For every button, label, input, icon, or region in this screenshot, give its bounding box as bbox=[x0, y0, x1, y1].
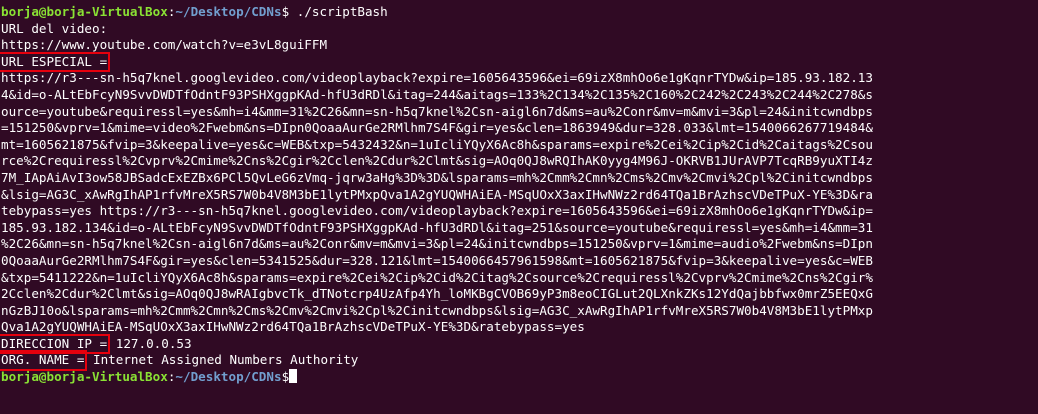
prompt-path: ~/Desktop/CDNs bbox=[175, 4, 282, 19]
video-label: URL del video: bbox=[1, 20, 108, 36]
ip-value: 127.0.0.53 bbox=[108, 335, 192, 351]
prompt-line[interactable]: borja@borja-VirtualBox:~/Desktop/CDNs$ bbox=[1, 369, 1038, 386]
special-url-line: 7M_IApAiAvI3ow58JBSadcExEZBx6PCl5QvLeG6z… bbox=[1, 169, 873, 185]
special-url-label: URL ESPECIAL = bbox=[0, 51, 111, 73]
org-value: Internet Assigned Numbers Authority bbox=[85, 352, 359, 368]
special-url-line: 2Cclen%2Cdur%2Clmt&sig=AOq0QJ8wRAIgbvcTk… bbox=[1, 286, 873, 302]
special-url-line: %2C26&mn=sn-h5q7knel%2Csn-aigl6n7d&ms=au… bbox=[1, 236, 873, 252]
command-line: borja@borja-VirtualBox:~/Desktop/CDNs$ .… bbox=[1, 4, 1038, 21]
special-url-line: Qva1A2gYUQWHAiEA-MSqUOxX3axIHwNWz2rd64TQ… bbox=[1, 319, 585, 335]
terminal-window[interactable]: borja@borja-VirtualBox:~/Desktop/CDNs$ .… bbox=[0, 0, 1038, 414]
special-url-line: rce%2Crequiressl%2Cvprv%2Cmime%2Cns%2Cgi… bbox=[1, 153, 873, 169]
special-url-line: https://r3---sn-h5q7knel.googlevideo.com… bbox=[1, 70, 873, 86]
org-label: ORG. NAME = bbox=[0, 350, 88, 372]
text-cursor bbox=[289, 369, 297, 384]
special-url-line: =151250&vprv=1&mime=video%2Fwebm&ns=DIpn… bbox=[1, 120, 873, 136]
special-url-block: https://r3---sn-h5q7knel.googlevideo.com… bbox=[1, 70, 1038, 336]
org-line: ORG. NAME = Internet Assigned Numbers Au… bbox=[0, 350, 1038, 372]
ip-line: DIRECCION IP = 127.0.0.53 bbox=[0, 333, 1038, 355]
special-url-label-line: URL ESPECIAL = bbox=[0, 51, 1038, 73]
special-url-line: tebypass=yes https://r3---sn-h5q7knel.go… bbox=[1, 203, 873, 219]
command-text: ./scriptBash bbox=[289, 4, 388, 19]
prompt-symbol: $ bbox=[281, 369, 290, 385]
special-url-line: &txp=5411222&n=1uIcliYQyX6Ac8h&sparams=e… bbox=[1, 269, 873, 285]
special-url-line: 0QoaaAurGe2RMlhm7S4F&gir=yes&clen=534152… bbox=[1, 252, 873, 268]
special-url-line: 185.93.182.134&id=o-ALtEbFcyN9SvvDWDTfOd… bbox=[1, 219, 873, 235]
ip-label: DIRECCION IP = bbox=[0, 333, 111, 355]
prompt-path: ~/Desktop/CDNs bbox=[175, 369, 282, 385]
prompt-user-host: borja@borja-VirtualBox bbox=[1, 4, 168, 19]
special-url-line: mt=1605621875&fvip=3&keepalive=yes&c=WEB… bbox=[1, 136, 873, 152]
prompt-user-host: borja@borja-VirtualBox bbox=[1, 369, 168, 385]
video-url: https://www.youtube.com/watch?v=e3vL8gui… bbox=[1, 37, 328, 53]
special-url-line: 4&id=o-ALtEbFcyN9SvvDWDTfOdntF93PSHXggpK… bbox=[1, 86, 873, 102]
special-url-line: ource=youtube&requiressl=yes&mh=i4&mm=31… bbox=[1, 103, 873, 119]
special-url-line: nGzBJ10o&lsparams=mh%2Cmm%2Cmn%2Cms%2Cmv… bbox=[1, 302, 873, 318]
special-url-line: &lsig=AG3C_xAwRgIhAP1rfvMreX5RS7W0b4V8M3… bbox=[1, 186, 873, 202]
